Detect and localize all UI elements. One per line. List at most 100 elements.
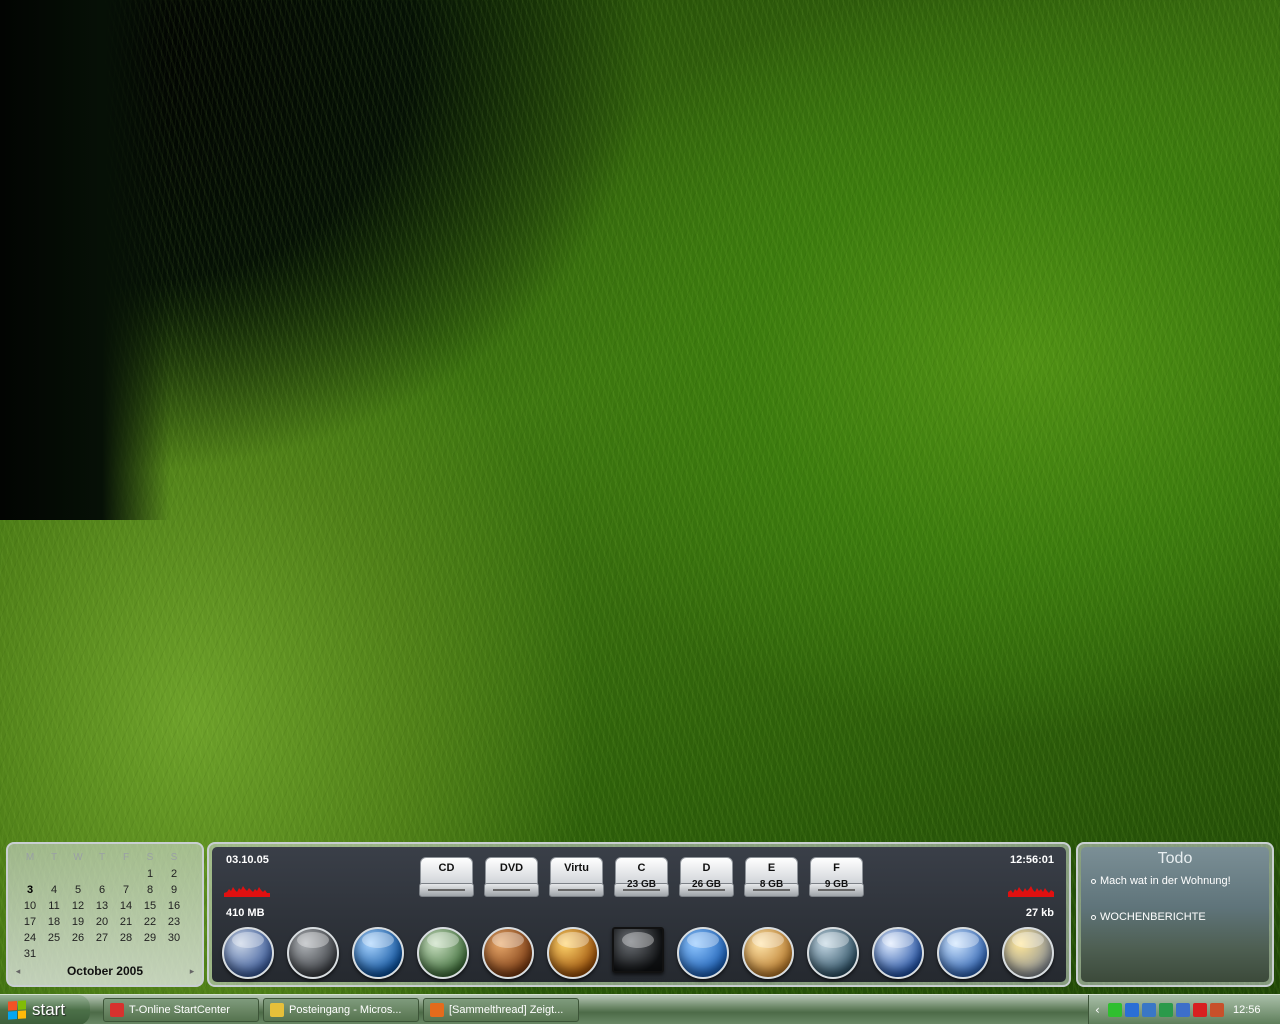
drive-f[interactable]: F 9 GB (808, 853, 865, 899)
calendar-day[interactable]: 14 (114, 898, 138, 914)
calendar-month-label: October 2005 (66, 964, 144, 978)
calendar-grid: M T W T F S S 1 2 3 4 5 6 7 8 9 10 11 12 13 14 15 16 17 18 19 20 21… (18, 850, 192, 962)
calendar-next-button[interactable]: ▸ (186, 966, 198, 977)
calendar-day[interactable]: 31 (18, 946, 42, 962)
app-launcher (222, 927, 1054, 979)
drive-slot (558, 889, 595, 891)
todo-panel: Todo Mach wat in der Wohnung! WOCHENBERI… (1081, 847, 1269, 982)
system-tray: ‹ 12:56 (1088, 995, 1280, 1024)
drive-size: 9 GB (824, 879, 849, 890)
calendar-prev-button[interactable]: ◂ (12, 966, 24, 977)
calendar-day[interactable]: 26 (66, 930, 90, 946)
calendar-day[interactable]: 1 (138, 866, 162, 882)
app-icon-12[interactable] (937, 927, 989, 979)
app-icon-6[interactable] (547, 927, 599, 979)
drive-c[interactable]: C 23 GB (613, 853, 670, 899)
taskbar: start T-Online StartCenter Posteingang -… (0, 994, 1280, 1024)
calendar-day[interactable]: 16 (162, 898, 186, 914)
calendar-day[interactable]: 28 (114, 930, 138, 946)
calendar-footer: ◂ October 2005 ▸ (12, 961, 198, 981)
calendar-day[interactable]: 9 (162, 882, 186, 898)
calendar-day[interactable]: 7 (114, 882, 138, 898)
calendar-empty-cell (42, 866, 66, 882)
drive-d[interactable]: D 26 GB (678, 853, 735, 899)
calendar-day[interactable]: 24 (18, 930, 42, 946)
weekday-header: S (146, 852, 154, 863)
task-label: Posteingang - Micros... (289, 1004, 402, 1016)
tray-icon-5[interactable] (1176, 1003, 1190, 1017)
dock-date: 03.10.05 (226, 854, 269, 866)
wallpaper-shadow (0, 0, 170, 520)
drive-virtu[interactable]: Virtu (548, 853, 605, 899)
app-icon-5[interactable] (482, 927, 534, 979)
app-icon-1[interactable] (222, 927, 274, 979)
app-icon-4[interactable] (417, 927, 469, 979)
calendar-day[interactable]: 3 (18, 882, 42, 898)
dock-panel: 03.10.05 12:56:01 410 MB 27 kb CD DVD Virt… (212, 847, 1066, 982)
calendar-day[interactable]: 13 (90, 898, 114, 914)
tray-icon-7[interactable] (1210, 1003, 1224, 1017)
calendar-day[interactable]: 27 (90, 930, 114, 946)
calendar-day[interactable]: 2 (162, 866, 186, 882)
start-button[interactable]: start (0, 995, 90, 1024)
app-icon-13[interactable] (1002, 927, 1054, 979)
calendar-day[interactable]: 30 (162, 930, 186, 946)
calendar-empty-cell (90, 866, 114, 882)
tray-icon-6[interactable] (1193, 1003, 1207, 1017)
drive-size: 8 GB (759, 879, 784, 890)
calendar-empty-cell (66, 866, 90, 882)
calendar-day[interactable]: 10 (18, 898, 42, 914)
tray-icon-3[interactable] (1142, 1003, 1156, 1017)
taskbar-button-firefox[interactable]: [Sammelthread] Zeigt... (423, 998, 579, 1022)
weekday-header: W (73, 852, 83, 863)
network-speed: 27 kb (1025, 907, 1054, 919)
calendar-day[interactable]: 5 (66, 882, 90, 898)
drive-e[interactable]: E 8 GB (743, 853, 800, 899)
drive-label: C (637, 862, 646, 874)
bullet-icon (1091, 914, 1096, 920)
drive-dvd[interactable]: DVD (483, 853, 540, 899)
weekday-header: M (25, 852, 35, 863)
app-icon-9[interactable] (742, 927, 794, 979)
calendar-day[interactable]: 15 (138, 898, 162, 914)
tray-icon-1[interactable] (1108, 1003, 1122, 1017)
tray-clock[interactable]: 12:56 (1233, 1004, 1261, 1016)
drive-label: DVD (499, 862, 524, 874)
tray-expand-icon[interactable]: ‹ (1095, 1003, 1105, 1017)
todo-item[interactable]: Mach wat in der Wohnung! (1091, 875, 1231, 887)
calendar-day[interactable]: 8 (138, 882, 162, 898)
calendar-day[interactable]: 22 (138, 914, 162, 930)
cpu-graph (224, 886, 270, 897)
icq-icon[interactable] (677, 927, 729, 979)
app-icon-3[interactable] (352, 927, 404, 979)
drive-label: CD (438, 862, 455, 874)
calendar-day[interactable]: 29 (138, 930, 162, 946)
calendar-day[interactable]: 17 (18, 914, 42, 930)
drive-cd[interactable]: CD (418, 853, 475, 899)
drive-slot (493, 889, 530, 891)
drive-label: F (833, 862, 840, 874)
taskbar-button-outlook[interactable]: Posteingang - Micros... (263, 998, 419, 1022)
calendar-day[interactable]: 25 (42, 930, 66, 946)
calendar-day[interactable]: 6 (90, 882, 114, 898)
tray-icon-4[interactable] (1159, 1003, 1173, 1017)
outlook-icon (270, 1003, 284, 1017)
drive-label: E (767, 862, 776, 874)
calendar-day[interactable]: 12 (66, 898, 90, 914)
calendar-day[interactable]: 4 (42, 882, 66, 898)
drive-size: 26 GB (692, 879, 721, 890)
calendar-day[interactable]: 19 (66, 914, 90, 930)
tray-icon-2[interactable] (1125, 1003, 1139, 1017)
weekday-header: T (98, 852, 106, 863)
app-icon-2[interactable] (287, 927, 339, 979)
calendar-day[interactable]: 20 (90, 914, 114, 930)
calendar-day[interactable]: 18 (42, 914, 66, 930)
calendar-day[interactable]: 11 (42, 898, 66, 914)
app-icon-10[interactable] (807, 927, 859, 979)
calendar-day[interactable]: 23 (162, 914, 186, 930)
todo-item[interactable]: WOCHENBERICHTE (1091, 911, 1206, 923)
monitor-icon[interactable] (612, 927, 664, 973)
calendar-day[interactable]: 21 (114, 914, 138, 930)
taskbar-button-t-online[interactable]: T-Online StartCenter (103, 998, 259, 1022)
app-icon-11[interactable] (872, 927, 924, 979)
